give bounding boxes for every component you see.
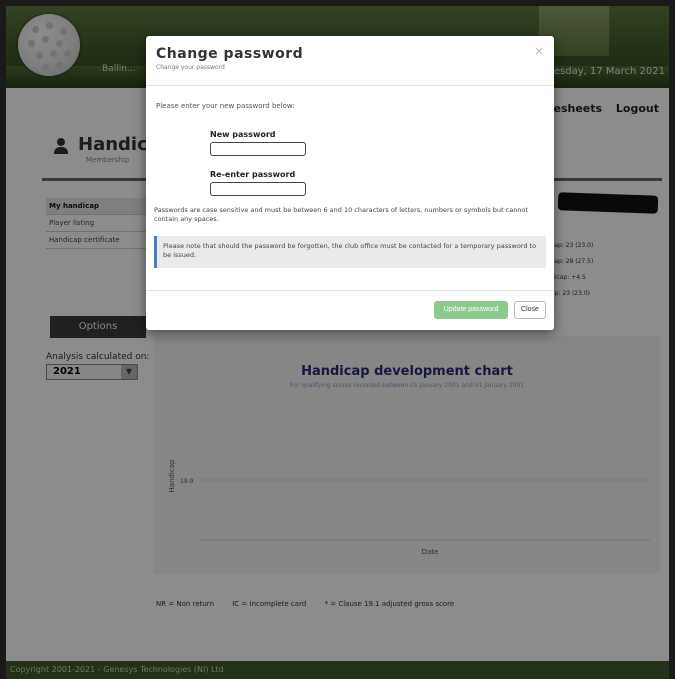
instruction-text: Please enter your new password below:	[156, 102, 295, 110]
reenter-password-label: Re-enter password	[210, 170, 296, 179]
update-password-button[interactable]: Update password	[434, 301, 508, 319]
change-password-dialog: Change password Change your password × P…	[146, 36, 554, 330]
close-icon[interactable]: ×	[534, 44, 544, 58]
dialog-title: Change password	[156, 46, 304, 62]
close-button[interactable]: Close	[514, 301, 546, 319]
dialog-subtitle: Change your password	[156, 64, 225, 71]
password-rules: Passwords are case sensitive and must be…	[154, 206, 528, 223]
new-password-label: New password	[210, 130, 276, 139]
dialog-header: Change password Change your password ×	[146, 36, 554, 86]
page: Ballin... Wednesday, 17 March 2021 Times…	[6, 6, 669, 679]
reenter-password-input[interactable]	[210, 182, 306, 196]
password-alert: Please note that should the password be …	[154, 236, 546, 268]
new-password-input[interactable]	[210, 142, 306, 156]
dialog-footer: Update password Close	[146, 290, 554, 330]
